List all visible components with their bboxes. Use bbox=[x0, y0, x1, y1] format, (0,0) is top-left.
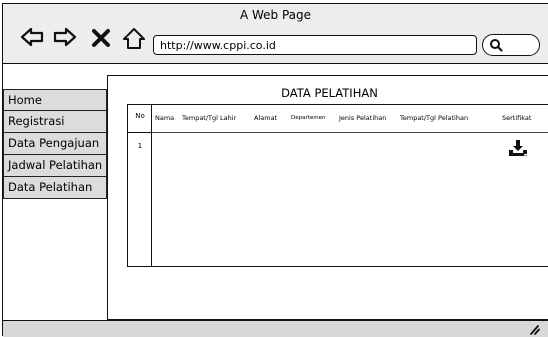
column-header-tempat-tgl-pelatihan: Tempat/Tgl Pelatihan bbox=[400, 114, 469, 122]
window-title: A Web Page bbox=[239, 8, 312, 22]
column-header-departemen: Departemen bbox=[291, 115, 326, 121]
home-icon[interactable] bbox=[122, 27, 146, 50]
column-header-tempat-tgl-lahir: Tempat/Tgl Lahir bbox=[182, 114, 237, 122]
download-icon[interactable] bbox=[508, 139, 530, 157]
main-content: DATA PELATIHAN No Nama Tempat/Tgl Lahir … bbox=[107, 75, 548, 320]
page-title: DATA PELATIHAN bbox=[281, 86, 378, 100]
forward-arrow-icon[interactable] bbox=[53, 26, 77, 48]
column-header-no: No bbox=[128, 105, 152, 133]
sidebar-item-jadwal-pelatihan[interactable]: Jadwal Pelatihan bbox=[3, 155, 107, 177]
stop-x-icon[interactable] bbox=[91, 28, 111, 48]
column-header-jenis-pelatihan: Jenis Pelatihan bbox=[339, 114, 387, 122]
sidebar-item-registrasi[interactable]: Registrasi bbox=[3, 111, 107, 133]
column-header-alamat: Alamat bbox=[254, 114, 278, 122]
column-header-nama: Nama bbox=[155, 114, 175, 122]
sidebar-menu: Home Registrasi Data Pengajuan Jadwal Pe… bbox=[3, 89, 107, 199]
search-icon bbox=[490, 39, 503, 52]
column-header-sertifikat: Sertifikat bbox=[502, 114, 532, 122]
status-bar bbox=[3, 320, 548, 337]
back-arrow-icon[interactable] bbox=[20, 26, 44, 48]
search-field[interactable] bbox=[482, 34, 540, 56]
browser-window: A Web Page http://www.cppi.co.id Home Re… bbox=[2, 3, 548, 337]
training-data-table: No Nama Tempat/Tgl Lahir Alamat Departem… bbox=[127, 104, 548, 267]
sidebar-item-data-pelatihan[interactable]: Data Pelatihan bbox=[3, 177, 107, 199]
table-cell-no: 1 bbox=[137, 142, 143, 150]
browser-toolbar: A Web Page http://www.cppi.co.id bbox=[3, 4, 548, 64]
header-divider bbox=[152, 132, 548, 133]
sidebar-item-data-pengajuan[interactable]: Data Pengajuan bbox=[3, 133, 107, 155]
address-bar[interactable]: http://www.cppi.co.id bbox=[153, 35, 477, 55]
sidebar-item-home[interactable]: Home bbox=[3, 89, 107, 111]
resize-grip-icon[interactable] bbox=[526, 323, 540, 335]
